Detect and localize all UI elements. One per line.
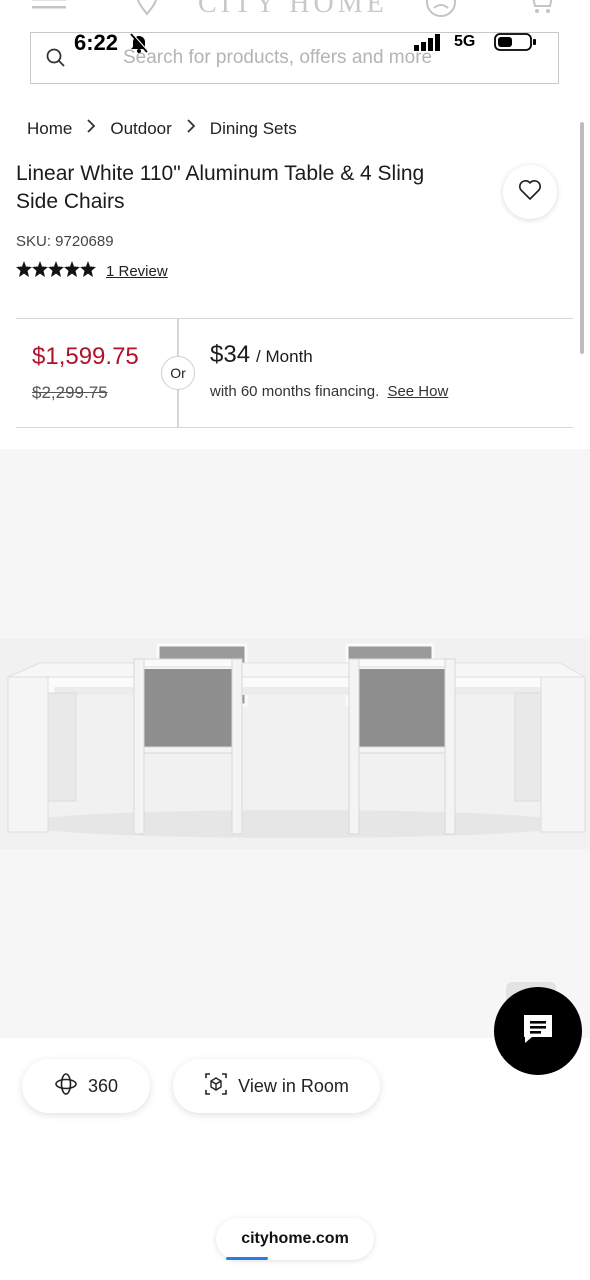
breadcrumb: Home Outdoor Dining Sets: [27, 118, 297, 139]
star-rating: [16, 261, 96, 282]
product-image-gallery[interactable]: [0, 449, 590, 1038]
status-bar: 6:22 5G: [0, 28, 590, 60]
signal-icon: [414, 34, 442, 57]
view-in-room-label: View in Room: [238, 1075, 349, 1096]
silent-bell-icon: [128, 32, 150, 59]
monthly-unit: / Month: [256, 347, 313, 366]
price-box: $1,599.75 $2,299.75 Or $34 / Month with …: [16, 318, 573, 428]
menu-icon[interactable]: [32, 0, 66, 19]
battery-icon: [494, 32, 538, 57]
rotate-360-icon: [54, 1072, 78, 1101]
logo[interactable]: CITY HOME: [198, 0, 388, 20]
chat-icon: [521, 1013, 555, 1050]
monthly-amount: $34: [210, 341, 251, 368]
financing-info: with 60 months financing. See How: [210, 383, 448, 400]
cube-ar-icon: [204, 1072, 228, 1101]
scrollbar[interactable]: [580, 122, 584, 354]
reviews-link[interactable]: 1 Review: [106, 263, 168, 280]
monthly-price: $34 / Month: [210, 341, 313, 369]
product-title: Linear White 110" Aluminum Table & 4 Sli…: [16, 162, 425, 213]
product-sku: SKU: 9720689: [16, 233, 114, 250]
chevron-right-icon: [186, 118, 196, 139]
page-load-progress: [226, 1257, 268, 1260]
browser-url-bar[interactable]: cityhome.com: [216, 1218, 374, 1260]
favorite-button[interactable]: [503, 165, 557, 219]
heart-icon: [518, 179, 542, 206]
view-360-label: 360: [87, 1075, 119, 1096]
view-360-button[interactable]: 360: [22, 1059, 150, 1113]
top-nav: CITY HOME: [0, 0, 590, 26]
chat-button[interactable]: [494, 987, 582, 1075]
original-price: $2,299.75: [32, 383, 108, 402]
chevron-right-icon: [86, 118, 96, 139]
see-how-link[interactable]: See How: [387, 383, 448, 400]
breadcrumb-outdoor[interactable]: Outdoor: [110, 119, 171, 139]
breadcrumb-dining-sets[interactable]: Dining Sets: [210, 119, 297, 139]
cart-icon[interactable]: [526, 0, 554, 21]
product-image: [0, 639, 590, 849]
account-icon[interactable]: [425, 0, 457, 23]
url-text: cityhome.com: [241, 1230, 349, 1247]
breadcrumb-home[interactable]: Home: [27, 119, 72, 139]
or-badge: Or: [161, 356, 195, 390]
sale-price: $1,599.75: [32, 343, 139, 370]
view-in-room-button[interactable]: View in Room: [173, 1059, 380, 1113]
status-time: 6:22: [74, 30, 119, 55]
rating: 1 Review: [16, 261, 168, 282]
network-type: 5G: [454, 33, 476, 50]
financing-text: with 60 months financing.: [210, 383, 380, 400]
location-pin-icon[interactable]: [134, 0, 160, 21]
